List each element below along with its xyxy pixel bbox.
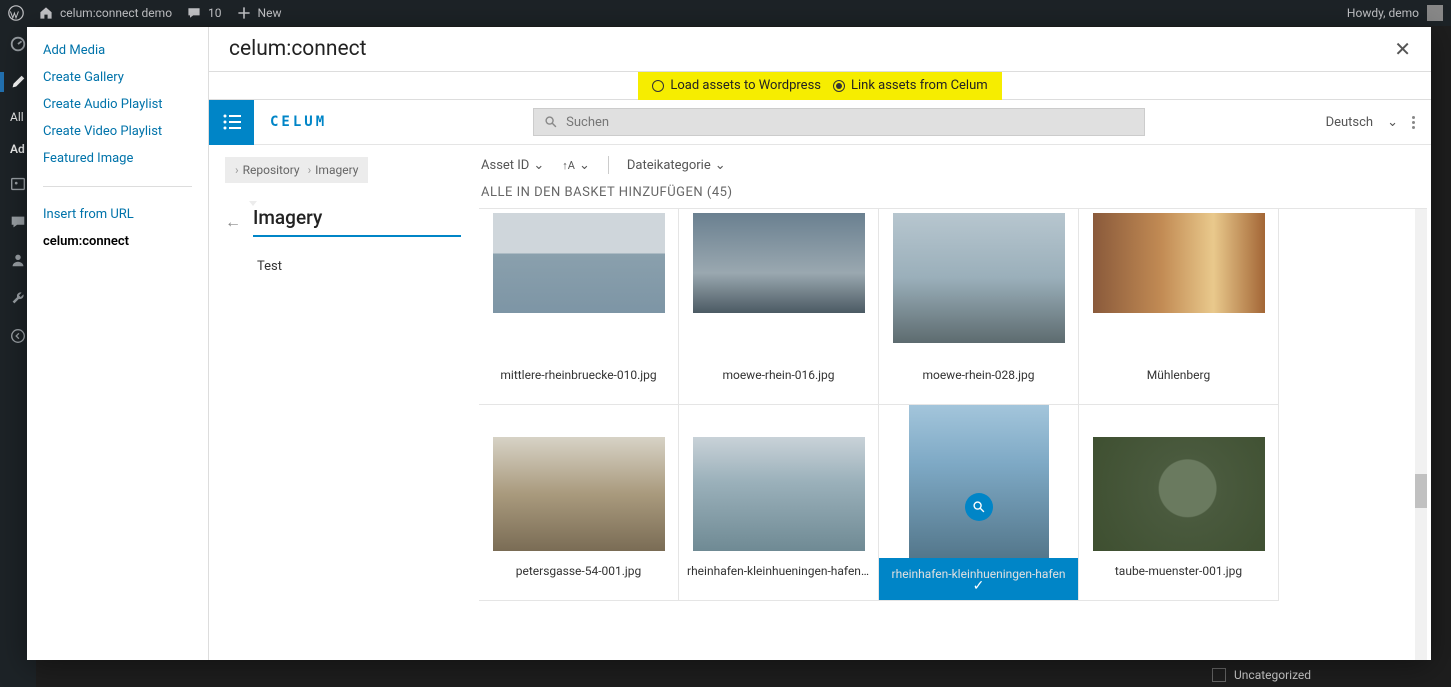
celum-menu-button[interactable] <box>209 100 254 145</box>
uncategorized-label: Uncategorized <box>1234 668 1311 682</box>
avatar[interactable] <box>1427 5 1443 21</box>
menu-create-video-playlist[interactable]: Create Video Playlist <box>43 124 192 139</box>
search-placeholder: Suchen <box>566 115 609 130</box>
asset-item[interactable]: moewe-rhein-016.jpg <box>679 209 879 405</box>
folder-title: Imagery <box>253 206 461 237</box>
menu-insert-from-url[interactable]: Insert from URL <box>43 207 192 222</box>
menu-add-media[interactable]: Add Media <box>43 43 192 58</box>
asset-caption: rheinhafen-kleinhueningen-hafen... <box>679 564 878 578</box>
asset-item[interactable]: moewe-rhein-028.jpg <box>879 209 1079 405</box>
asset-item-selected[interactable]: rheinhafen-kleinhueningen-hafen <box>879 405 1079 601</box>
asset-caption: Mühlenberg <box>1079 368 1278 382</box>
menu-ad[interactable]: Ad <box>10 142 25 156</box>
menu-create-audio-playlist[interactable]: Create Audio Playlist <box>43 97 192 112</box>
asset-caption: mittlere-rheinbruecke-010.jpg <box>479 368 678 382</box>
scrollbar[interactable] <box>1415 209 1427 660</box>
breadcrumb[interactable]: › Repository › Imagery <box>225 157 368 183</box>
asset-caption: taube-muenster-001.jpg <box>1079 564 1278 578</box>
back-arrow-icon[interactable]: ← <box>225 212 241 232</box>
site-name: celum:connect demo <box>60 6 172 20</box>
asset-item[interactable]: mittlere-rheinbruecke-010.jpg <box>479 209 679 405</box>
asset-item[interactable]: rheinhafen-kleinhueningen-hafen... <box>679 405 879 601</box>
asset-caption: rheinhafen-kleinhueningen-hafen <box>879 558 1078 600</box>
radio-icon <box>833 80 845 92</box>
categories-row: Uncategorized <box>1200 663 1430 687</box>
collapse-icon[interactable] <box>8 326 28 346</box>
search-icon <box>544 115 558 129</box>
asset-thumbnail <box>909 405 1049 573</box>
chevron-down-icon: ⌄ <box>715 158 726 173</box>
asset-thumbnail <box>1093 213 1265 313</box>
new-label: New <box>258 6 282 20</box>
site-home-link[interactable]: celum:connect demo <box>38 5 172 21</box>
menu-all[interactable]: All <box>10 110 24 124</box>
comments-icon[interactable] <box>8 212 28 232</box>
howdy-label[interactable]: Howdy, demo <box>1347 6 1419 20</box>
asset-grid: mittlere-rheinbruecke-010.jpg moewe-rhei… <box>479 209 1427 601</box>
modal-title: celum:connect <box>229 37 366 61</box>
menu-create-gallery[interactable]: Create Gallery <box>43 70 192 85</box>
posts-icon[interactable] <box>8 72 28 92</box>
users-icon[interactable] <box>8 250 28 270</box>
menu-featured-image[interactable]: Featured Image <box>43 151 192 166</box>
media-modal: Add Media Create Gallery Create Audio Pl… <box>27 27 1431 660</box>
sort-icon: ↑A <box>562 159 575 172</box>
sort-direction[interactable]: ↑A ⌄ <box>562 158 590 173</box>
chevron-down-icon: ⌄ <box>533 158 544 173</box>
media-icon[interactable] <box>8 174 28 194</box>
radio-icon <box>652 80 664 92</box>
asset-caption: petersgasse-54-001.jpg <box>479 564 678 578</box>
asset-thumbnail <box>693 437 865 551</box>
more-options-icon[interactable] <box>1412 116 1415 129</box>
asset-thumbnail <box>893 213 1065 343</box>
search-input[interactable]: Suchen <box>533 108 1145 136</box>
asset-thumbnail <box>493 213 665 313</box>
asset-caption: moewe-rhein-016.jpg <box>679 368 878 382</box>
asset-thumbnail <box>693 213 865 313</box>
asset-item[interactable]: Mühlenberg <box>1079 209 1279 405</box>
comments-count: 10 <box>208 6 222 20</box>
dashboard-icon[interactable] <box>8 34 28 54</box>
asset-item[interactable]: taube-muenster-001.jpg <box>1079 405 1279 601</box>
option-link-assets[interactable]: Link assets from Celum <box>833 78 988 93</box>
wp-logo-icon[interactable] <box>8 5 24 21</box>
uncategorized-checkbox[interactable] <box>1212 668 1226 682</box>
option-load-assets[interactable]: Load assets to Wordpress <box>652 78 821 93</box>
celum-logo: CELUM <box>270 114 327 130</box>
add-all-basket[interactable]: ALLE IN DEN BASKET HINZUFÜGEN (45) <box>479 181 1427 208</box>
chevron-down-icon: ⌄ <box>579 158 590 173</box>
new-link[interactable]: New <box>236 5 282 21</box>
comments-link[interactable]: 10 <box>186 5 222 21</box>
chevron-down-icon: ⌄ <box>1387 115 1398 130</box>
subfolder-test[interactable]: Test <box>257 259 461 274</box>
asset-thumbnail <box>1093 437 1265 551</box>
tools-icon[interactable] <box>8 288 28 308</box>
filter-file-category[interactable]: Dateikategorie⌄ <box>627 158 726 173</box>
media-menu: Add Media Create Gallery Create Audio Pl… <box>27 27 209 660</box>
language-selector[interactable]: Deutsch ⌄ <box>1326 115 1398 130</box>
asset-item[interactable]: petersgasse-54-001.jpg <box>479 405 679 601</box>
asset-caption: moewe-rhein-028.jpg <box>879 368 1078 382</box>
menu-celum-connect[interactable]: celum:connect <box>43 234 192 249</box>
zoom-icon[interactable] <box>965 493 993 521</box>
sort-asset-id[interactable]: Asset ID⌄ <box>481 158 544 173</box>
asset-thumbnail <box>493 437 665 551</box>
close-icon[interactable]: ✕ <box>1394 37 1411 61</box>
wp-admin-bar: celum:connect demo 10 New Howdy, demo <box>0 0 1451 26</box>
